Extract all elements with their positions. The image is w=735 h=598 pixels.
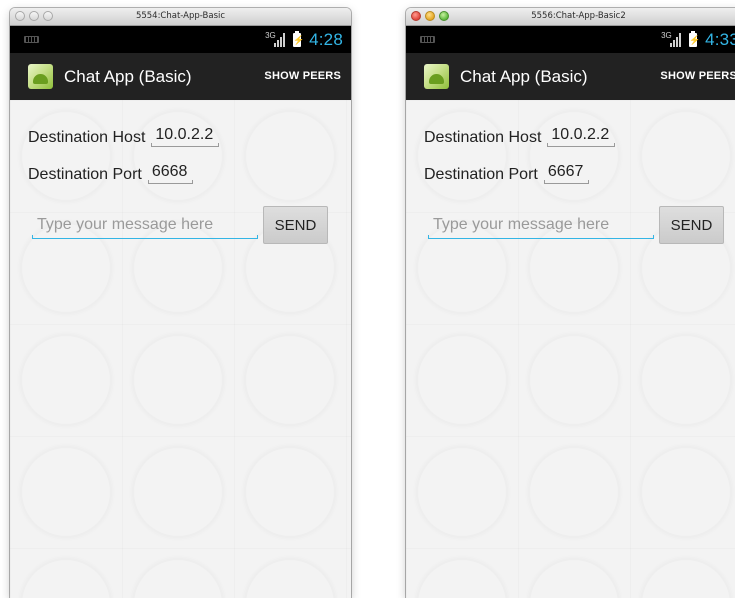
destination-host-field[interactable]: 10.0.2.2 xyxy=(151,126,220,147)
status-time: 4:33 xyxy=(705,29,735,49)
app-title: Chat App (Basic) xyxy=(64,67,192,86)
network-type: 3G xyxy=(265,31,276,40)
android-app-icon[interactable] xyxy=(424,64,449,89)
zoom-window-icon[interactable] xyxy=(439,11,449,21)
destination-host-row: Destination Host 10.0.2.2 xyxy=(28,126,220,147)
action-bar: Chat App (Basic) SHOW PEERS xyxy=(10,53,351,101)
window-title: 5556:Chat-App-Basic2 xyxy=(531,11,626,21)
android-status-bar: 3G 4:28 xyxy=(10,26,351,53)
window-titlebar[interactable]: 5556:Chat-App-Basic2 xyxy=(406,8,735,26)
show-peers-button[interactable]: SHOW PEERS xyxy=(264,53,341,100)
window-title: 5554:Chat-App-Basic xyxy=(135,11,226,21)
signal-icon: 3G xyxy=(661,31,682,47)
message-input[interactable] xyxy=(32,213,258,239)
message-input[interactable] xyxy=(428,213,654,239)
signal-icon: 3G xyxy=(265,31,286,47)
destination-port-label: Destination Port xyxy=(424,166,538,183)
destination-port-row: Destination Port 6668 xyxy=(28,163,194,184)
destination-port-field[interactable]: 6668 xyxy=(147,163,194,184)
destination-host-row: Destination Host 10.0.2.2 xyxy=(424,126,616,147)
minimize-window-icon[interactable] xyxy=(425,11,435,21)
window-controls xyxy=(15,11,53,21)
destination-port-field[interactable]: 6667 xyxy=(543,163,590,184)
keyboard-icon xyxy=(420,36,435,43)
status-time: 4:28 xyxy=(309,29,343,49)
battery-charging-icon xyxy=(293,30,302,47)
show-peers-button[interactable]: SHOW PEERS xyxy=(660,53,735,100)
battery-charging-icon xyxy=(689,30,698,47)
destination-port-label: Destination Port xyxy=(28,166,142,183)
destination-host-field[interactable]: 10.0.2.2 xyxy=(547,126,616,147)
android-status-bar: 3G 4:33 xyxy=(406,26,735,53)
destination-host-label: Destination Host xyxy=(424,129,542,146)
app-title: Chat App (Basic) xyxy=(460,67,588,86)
status-indicators: 3G 4:28 xyxy=(265,26,343,53)
status-indicators: 3G 4:33 xyxy=(661,26,735,53)
destination-host-label: Destination Host xyxy=(28,129,146,146)
network-type: 3G xyxy=(661,31,672,40)
minimize-window-icon[interactable] xyxy=(29,11,39,21)
window-titlebar[interactable]: 5554:Chat-App-Basic xyxy=(10,8,351,26)
emulator-window-5556: 5556:Chat-App-Basic2 3G 4:33 Chat App (B… xyxy=(406,8,735,598)
close-window-icon[interactable] xyxy=(411,11,421,21)
send-button[interactable]: SEND xyxy=(263,206,328,244)
destination-port-row: Destination Port 6667 xyxy=(424,163,590,184)
chat-content: Destination Host 10.0.2.2 Destination Po… xyxy=(406,100,735,598)
zoom-window-icon[interactable] xyxy=(43,11,53,21)
window-controls xyxy=(411,11,449,21)
keyboard-icon xyxy=(24,36,39,43)
send-button[interactable]: SEND xyxy=(659,206,724,244)
android-app-icon[interactable] xyxy=(28,64,53,89)
message-input-wrapper xyxy=(32,213,258,239)
action-bar: Chat App (Basic) SHOW PEERS xyxy=(406,53,735,101)
emulator-window-5554: 5554:Chat-App-Basic 3G 4:28 Chat App (Ba… xyxy=(10,8,351,598)
chat-content: Destination Host 10.0.2.2 Destination Po… xyxy=(10,100,351,598)
close-window-icon[interactable] xyxy=(15,11,25,21)
message-input-wrapper xyxy=(428,213,654,239)
